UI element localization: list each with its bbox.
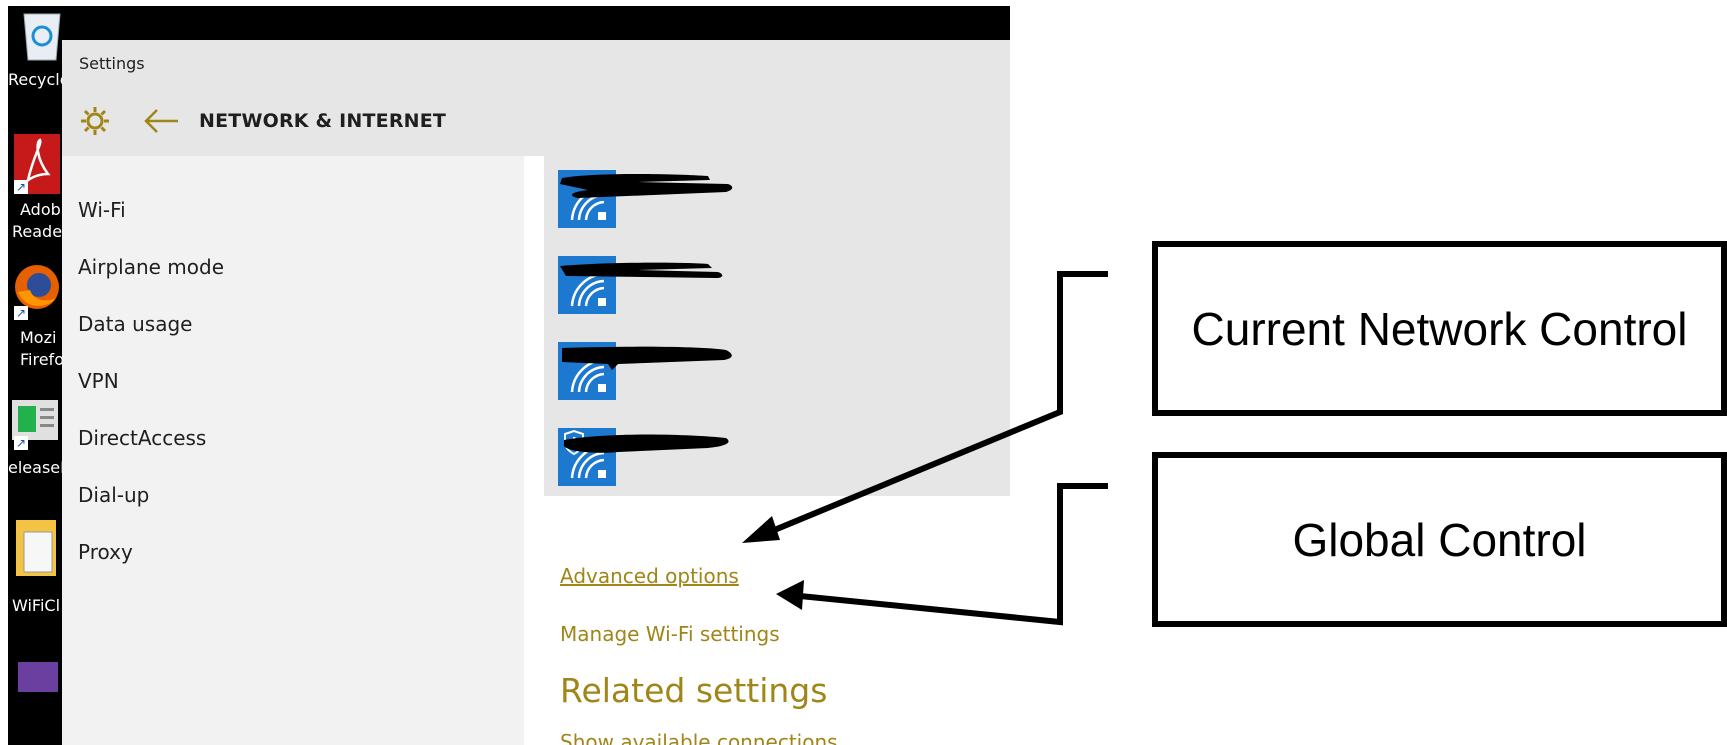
callout-global-control-text: Global Control [1292, 513, 1587, 566]
annotation-arrowhead [742, 516, 780, 543]
callout-current-network-control: Current Network Control [1152, 241, 1727, 416]
callout-global-control: Global Control [1152, 452, 1727, 627]
callout-current-network-control-text: Current Network Control [1191, 302, 1688, 355]
annotation-connector [753, 271, 1108, 541]
annotation-arrowhead [776, 580, 804, 610]
